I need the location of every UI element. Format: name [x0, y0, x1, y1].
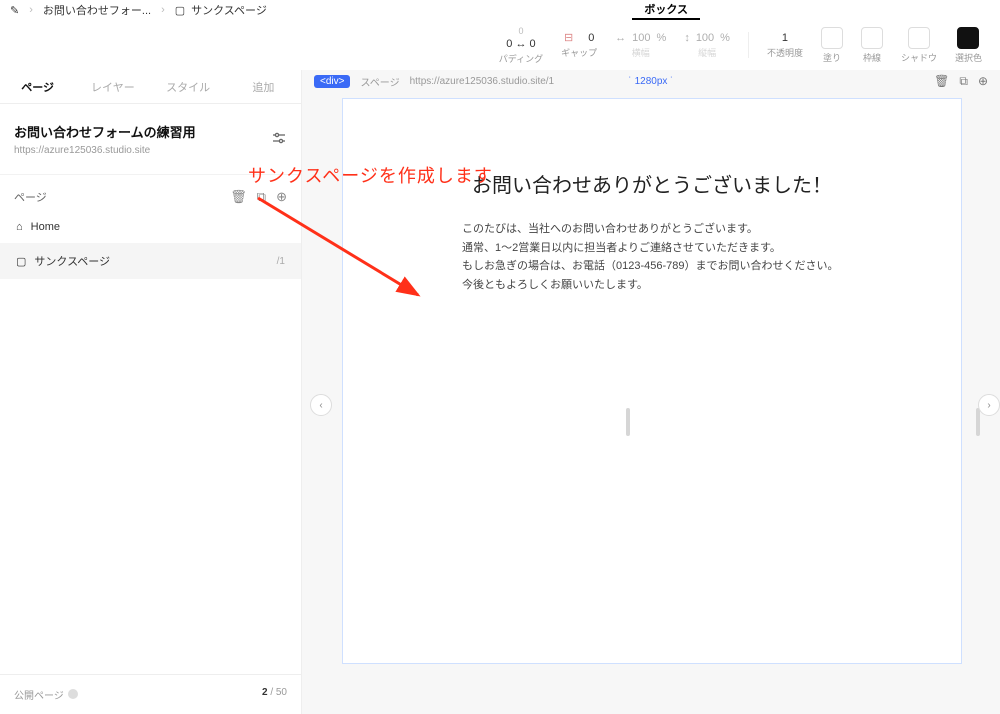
- divider: [748, 32, 749, 58]
- canvas[interactable]: <div> スページ https://azure125036.studio.si…: [302, 70, 1000, 714]
- sidebar-footer: 公開ページ 2 / 50: [0, 674, 301, 714]
- fill-swatch[interactable]: [821, 27, 843, 49]
- tab-style[interactable]: スタイル: [151, 70, 226, 103]
- pencil-icon[interactable]: ✎: [10, 4, 19, 17]
- content-heading[interactable]: お問い合わせありがとうございました！: [433, 169, 871, 198]
- duplicate-icon[interactable]: ⧉: [257, 189, 266, 205]
- page-icon: ▢: [16, 255, 26, 268]
- page-label: サンクスページ: [34, 253, 110, 269]
- tab-add[interactable]: 追加: [226, 70, 301, 103]
- page-slug: /1: [277, 256, 285, 267]
- prop-padding[interactable]: 0 0 ↔ 0 パディング: [499, 26, 543, 65]
- canvas-page-name: スページ: [360, 74, 399, 89]
- element-tag[interactable]: <div>: [314, 75, 350, 88]
- selcolor-swatch[interactable]: [957, 27, 979, 49]
- ruler-label: ˙ 1280px ˙: [628, 76, 673, 87]
- page-label: Home: [31, 221, 60, 233]
- prop-selcolor[interactable]: 選択色: [955, 27, 982, 64]
- collapse-left-icon[interactable]: ‹: [310, 394, 332, 416]
- prop-opacity[interactable]: 1 不透明度: [767, 32, 803, 59]
- prop-fill[interactable]: 塗り: [821, 27, 843, 64]
- collapse-right-icon[interactable]: ›: [978, 394, 1000, 416]
- prop-border[interactable]: 枠線: [861, 27, 883, 64]
- trash-icon[interactable]: 🗑: [934, 74, 949, 89]
- prop-shadow[interactable]: シャドウ: [901, 27, 937, 64]
- pages-heading: ページ 🗑 ⧉ ⊕: [0, 175, 301, 211]
- copy-icon[interactable]: ⧉: [959, 74, 968, 89]
- info-badge-icon[interactable]: [68, 689, 78, 699]
- chevron-right-icon: ›: [29, 4, 33, 16]
- project-title: お問い合わせフォームの練習用: [14, 122, 196, 141]
- resize-handle-right[interactable]: [976, 408, 980, 436]
- canvas-header: <div> スページ https://azure125036.studio.si…: [302, 70, 1000, 92]
- border-swatch[interactable]: [861, 27, 883, 49]
- content-body[interactable]: このたびは、当社へのお問い合わせありがとうございます。 通常、1〜2営業日以内に…: [462, 220, 842, 295]
- trash-icon[interactable]: 🗑: [230, 189, 247, 205]
- home-icon: ⌂: [16, 221, 23, 233]
- canvas-url[interactable]: https://azure125036.studio.site/1: [410, 76, 555, 87]
- prop-gap[interactable]: ⊟ 0 ギャップ: [561, 31, 597, 59]
- breadcrumb-page[interactable]: サンクスページ: [191, 2, 267, 18]
- prop-width[interactable]: ↔ 100 % 横幅: [615, 32, 666, 59]
- resize-handle-left[interactable]: [626, 408, 630, 436]
- add-icon[interactable]: ⊕: [978, 74, 988, 89]
- page-row-thanks[interactable]: ▢ サンクスページ /1: [0, 243, 301, 279]
- tab-box[interactable]: ボックス: [632, 0, 700, 20]
- top-breadcrumb: ✎ › お問い合わせフォー... › ▢ サンクスページ: [0, 0, 1000, 20]
- breadcrumb-project[interactable]: お問い合わせフォー...: [43, 2, 151, 18]
- properties-bar: 0 0 ↔ 0 パディング ⊟ 0 ギャップ ↔ 100 % 横幅 ↕ 100 …: [0, 20, 1000, 70]
- artboard[interactable]: お問い合わせありがとうございました！ このたびは、当社へのお問い合わせありがとう…: [342, 98, 962, 664]
- project-url[interactable]: https://azure125036.studio.site: [14, 145, 196, 156]
- tab-layer[interactable]: レイヤー: [75, 70, 150, 103]
- chevron-right-icon: ›: [161, 4, 165, 16]
- shadow-swatch[interactable]: [908, 27, 930, 49]
- add-page-icon[interactable]: ⊕: [276, 189, 287, 205]
- project-header: お問い合わせフォームの練習用 https://azure125036.studi…: [0, 104, 301, 175]
- sidebar-tabs: ページ レイヤー スタイル 追加: [0, 70, 301, 104]
- prop-height[interactable]: ↕ 100 % 縦幅: [684, 32, 730, 59]
- sidebar: ページ レイヤー スタイル 追加 お問い合わせフォームの練習用 https://…: [0, 70, 302, 714]
- settings-icon[interactable]: [271, 130, 287, 149]
- page-row-home[interactable]: ⌂ Home: [0, 211, 301, 243]
- tab-page[interactable]: ページ: [0, 70, 75, 103]
- page-icon: ▢: [175, 4, 185, 17]
